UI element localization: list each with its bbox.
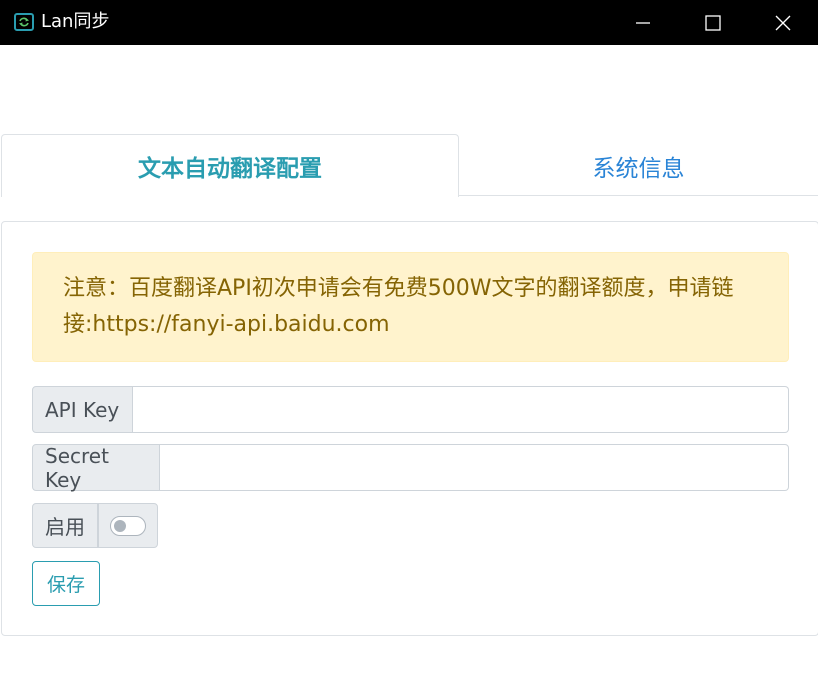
minimize-button[interactable]: [608, 0, 678, 45]
api-key-group: API Key: [32, 386, 789, 433]
enable-toggle[interactable]: [110, 515, 146, 536]
enable-group: 启用: [32, 503, 158, 548]
maximize-button[interactable]: [678, 0, 748, 45]
tab-system-info[interactable]: 系统信息: [459, 134, 818, 197]
enable-label: 启用: [32, 503, 98, 548]
maximize-icon: [705, 14, 721, 31]
enable-toggle-wrap: [98, 503, 158, 548]
close-button[interactable]: [748, 0, 818, 45]
title-bar: Lan同步: [0, 0, 818, 45]
api-key-label: API Key: [32, 386, 133, 433]
notice-alert: 注意：百度翻译API初次申请会有免费500W文字的翻译额度，申请链接:https…: [32, 252, 789, 362]
tab-translation-config[interactable]: 文本自动翻译配置: [1, 134, 459, 197]
secret-key-input[interactable]: [160, 444, 789, 491]
api-key-input[interactable]: [133, 386, 789, 433]
window-title: Lan同步: [41, 11, 110, 32]
toggle-knob: [114, 519, 126, 532]
tab-divider: [459, 195, 818, 196]
close-icon: [775, 15, 791, 30]
minimize-icon: [636, 21, 650, 24]
sync-icon: [14, 12, 34, 32]
save-button[interactable]: 保存: [32, 561, 100, 606]
secret-key-label: Secret Key: [32, 444, 160, 492]
secret-key-group: Secret Key: [32, 444, 789, 492]
tab-bar: 文本自动翻译配置 系统信息: [0, 134, 818, 197]
